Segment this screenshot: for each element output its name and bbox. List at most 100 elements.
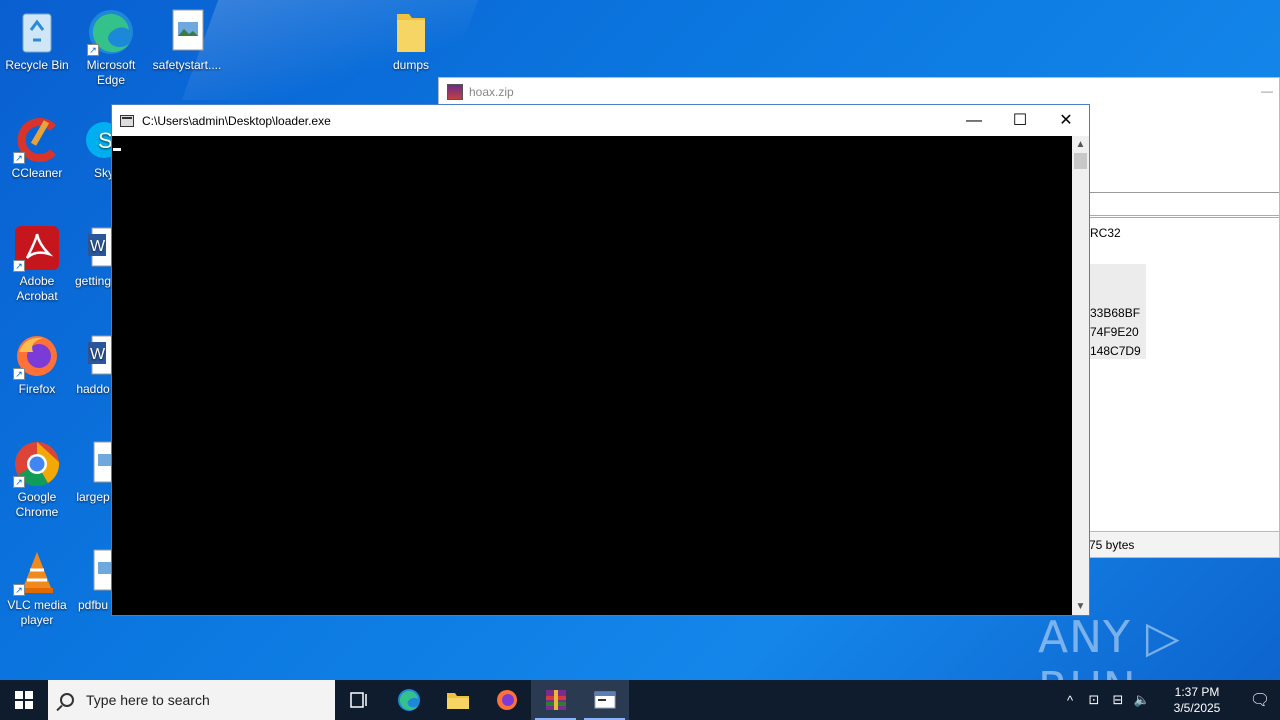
desktop-icon-skype[interactable]: S Sky bbox=[74, 116, 112, 181]
edge-icon: ↗ bbox=[87, 8, 135, 56]
firefox-icon: ↗ bbox=[13, 332, 61, 380]
desktop-icon-label: largep bbox=[76, 490, 110, 504]
volume-icon[interactable]: 🔈 bbox=[1130, 692, 1154, 708]
header-divider bbox=[1089, 215, 1279, 218]
desktop-icon-label: Recycle Bin bbox=[5, 58, 69, 72]
taskbar-file-explorer-button[interactable] bbox=[433, 680, 482, 720]
scrollbar-thumb[interactable] bbox=[1074, 153, 1087, 169]
taskbar-search-box[interactable]: Type here to search bbox=[48, 680, 335, 720]
console-window[interactable]: C:\Users\admin\Desktop\loader.exe — ☐ ✕ … bbox=[111, 104, 1090, 616]
scroll-up-arrow-icon[interactable]: ▲ bbox=[1072, 136, 1089, 153]
task-view-icon bbox=[349, 692, 367, 708]
minimize-button[interactable]: — bbox=[951, 105, 997, 136]
desktop-icon-haddo[interactable]: W haddo bbox=[74, 332, 112, 397]
desktop-icon-getting[interactable]: W getting bbox=[74, 224, 112, 289]
desktop-icon-label: haddo bbox=[76, 382, 110, 396]
winrar-title: hoax.zip bbox=[469, 85, 514, 99]
desktop-icon-vlc[interactable]: ↗ VLC media player bbox=[0, 548, 74, 628]
desktop-icon-safetystart[interactable]: safetystart.... bbox=[150, 8, 224, 73]
crc-values-list: 33B68BF 74F9E20 148C7D9 bbox=[1090, 304, 1141, 361]
desktop-icon-acrobat[interactable]: ↗ Adobe Acrobat bbox=[0, 224, 74, 304]
desktop-icon-firefox[interactable]: ↗ Firefox bbox=[0, 332, 74, 397]
taskbar-console-button[interactable] bbox=[580, 680, 629, 720]
desktop-icon-label: Microsoft Edge bbox=[86, 58, 136, 87]
winrar-statusbar: 75 bytes bbox=[1089, 531, 1279, 557]
desktop-icon-label: Sky bbox=[94, 166, 112, 180]
console-titlebar[interactable]: C:\Users\admin\Desktop\loader.exe — ☐ ✕ bbox=[112, 105, 1089, 136]
folder-icon bbox=[387, 8, 435, 56]
windows-logo-icon bbox=[15, 691, 33, 709]
maximize-button[interactable]: ☐ bbox=[997, 105, 1043, 136]
taskbar-winrar-button[interactable] bbox=[531, 680, 580, 720]
recycle-bin-icon bbox=[13, 8, 61, 56]
svg-text:W: W bbox=[90, 346, 106, 363]
shortcut-arrow-icon: ↗ bbox=[13, 152, 25, 164]
file-explorer-icon bbox=[446, 693, 469, 709]
desktop-icon-label: Firefox bbox=[18, 382, 56, 396]
vertical-scrollbar[interactable]: ▲ ▼ bbox=[1072, 136, 1089, 615]
crc-column-header[interactable]: RC32 bbox=[1090, 226, 1121, 240]
search-placeholder: Type here to search bbox=[86, 692, 210, 708]
svg-text:W: W bbox=[90, 238, 106, 255]
crc-value[interactable]: 74F9E20 bbox=[1090, 323, 1141, 342]
network-icon[interactable]: ⊟ bbox=[1106, 692, 1130, 708]
word-doc-icon: W bbox=[74, 332, 112, 380]
winrar-icon bbox=[545, 690, 566, 710]
crc-value[interactable]: 148C7D9 bbox=[1090, 342, 1141, 361]
taskbar: Type here to search ^ ⊡ ⊟ 🔈 1:37 PM 3/5/… bbox=[0, 680, 1280, 720]
taskbar-firefox-button[interactable] bbox=[482, 680, 531, 720]
text-cursor bbox=[113, 148, 121, 151]
image-file-icon bbox=[74, 440, 112, 488]
start-button[interactable] bbox=[0, 680, 48, 720]
winrar-titlebar[interactable]: hoax.zip bbox=[439, 78, 1279, 106]
svg-text:S: S bbox=[98, 128, 112, 153]
desktop-icon-dumps[interactable]: dumps bbox=[374, 8, 448, 73]
winrar-minimize-button[interactable]: — bbox=[1261, 84, 1273, 98]
chrome-icon: ↗ bbox=[13, 440, 61, 488]
device-icon[interactable]: ⊡ bbox=[1082, 692, 1106, 708]
vlc-icon: ↗ bbox=[13, 548, 61, 596]
show-hidden-icons-chevron-icon[interactable]: ^ bbox=[1058, 693, 1082, 708]
desktop-icon-label: dumps bbox=[392, 58, 430, 72]
desktop-icon-ccleaner[interactable]: ↗ CCleaner bbox=[0, 116, 74, 181]
desktop-icon-largep[interactable]: largep bbox=[74, 440, 112, 505]
desktop-icon-label: CCleaner bbox=[11, 166, 63, 180]
close-button[interactable]: ✕ bbox=[1043, 105, 1089, 136]
toolbar-divider bbox=[1089, 192, 1279, 193]
shortcut-arrow-icon: ↗ bbox=[13, 584, 25, 596]
console-output-area[interactable] bbox=[112, 136, 1072, 615]
desktop-icon-recycle-bin[interactable]: Recycle Bin bbox=[0, 8, 74, 73]
image-file-icon bbox=[163, 8, 211, 56]
taskbar-clock[interactable]: 1:37 PM 3/5/2025 bbox=[1162, 684, 1232, 716]
desktop-icon-edge[interactable]: ↗ Microsoft Edge bbox=[74, 8, 148, 88]
skype-icon: S bbox=[74, 116, 112, 164]
desktop-icon-label: pdfbu bbox=[77, 598, 109, 612]
search-icon bbox=[60, 693, 74, 707]
shortcut-arrow-icon: ↗ bbox=[13, 260, 25, 272]
console-title: C:\Users\admin\Desktop\loader.exe bbox=[142, 113, 331, 128]
taskbar-edge-button[interactable] bbox=[384, 680, 433, 720]
crc-value[interactable]: 33B68BF bbox=[1090, 304, 1141, 323]
clock-date: 3/5/2025 bbox=[1173, 701, 1221, 715]
desktop-icon-pdfbu[interactable]: pdfbu bbox=[74, 548, 112, 613]
system-tray: ^ ⊡ ⊟ 🔈 1:37 PM 3/5/2025 🗨 bbox=[1058, 680, 1280, 720]
firefox-icon bbox=[496, 690, 517, 710]
winrar-icon bbox=[447, 84, 463, 100]
desktop-icon-label: VLC media player bbox=[7, 598, 67, 627]
notification-center-icon[interactable]: 🗨 bbox=[1240, 690, 1280, 710]
desktop-icon-label: Google Chrome bbox=[15, 490, 59, 519]
desktop-icon-label: safetystart.... bbox=[152, 58, 222, 72]
task-view-button[interactable] bbox=[335, 680, 384, 720]
clock-time: 1:37 PM bbox=[1174, 685, 1220, 699]
shortcut-arrow-icon: ↗ bbox=[13, 368, 25, 380]
desktop-icon-label: getting bbox=[74, 274, 112, 288]
desktop-icon-chrome[interactable]: ↗ Google Chrome bbox=[0, 440, 74, 520]
console-icon bbox=[594, 691, 615, 709]
ccleaner-icon: ↗ bbox=[13, 116, 61, 164]
acrobat-icon: ↗ bbox=[13, 224, 61, 272]
word-doc-icon: W bbox=[74, 224, 112, 272]
shortcut-arrow-icon: ↗ bbox=[87, 44, 99, 56]
edge-icon bbox=[397, 689, 420, 711]
image-file-icon bbox=[74, 548, 112, 596]
console-icon bbox=[120, 114, 134, 127]
